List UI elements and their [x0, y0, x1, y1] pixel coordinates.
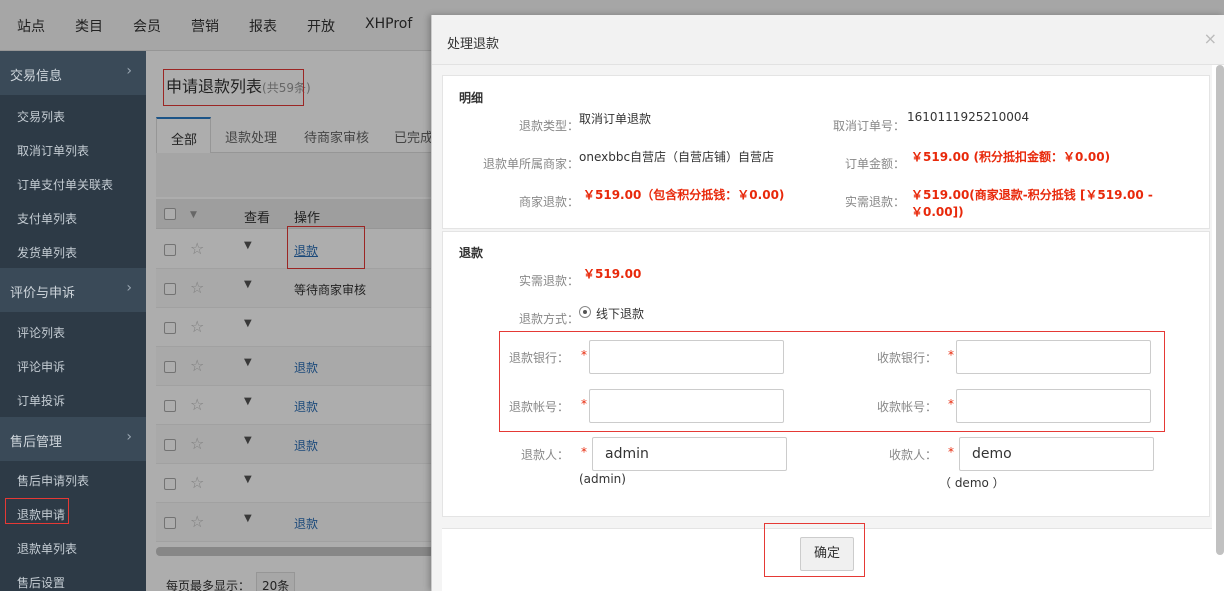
sidebar-item-refund-list[interactable]: 退款单列表	[17, 540, 77, 557]
modal-body: 明细 退款类型： 取消订单退款 取消订单号： 1610111925210004 …	[432, 65, 1212, 591]
merchant-label: 退款单所属商家：	[482, 157, 579, 171]
required-mark: *	[581, 445, 587, 459]
sidebar-group-review[interactable]: 评价与申诉 ›	[0, 268, 146, 312]
sidebar-item-delivery-list[interactable]: 发货单列表	[17, 244, 77, 261]
sidebar-item-aftersale-apply[interactable]: 售后申请列表	[17, 472, 89, 489]
sidebar-item-review-appeal[interactable]: 评论申诉	[17, 358, 65, 375]
sidebar-item-review-list[interactable]: 评论列表	[17, 324, 65, 341]
receiver-note: （ demo ）	[939, 476, 1005, 490]
order-amount-label: 订单金额：	[844, 157, 905, 171]
sidebar-item-order-complaint[interactable]: 订单投诉	[17, 392, 65, 409]
actual-refund-value: ￥519.00	[583, 267, 642, 281]
refunder-label: 退款人：	[520, 448, 569, 462]
modal-title: 处理退款	[447, 37, 500, 52]
highlight-box	[5, 498, 69, 524]
refund-method-label: 退款方式：	[518, 312, 579, 326]
sidebar-item-aftersale-settings[interactable]: 售后设置	[17, 574, 65, 591]
cancel-no-label: 取消订单号：	[832, 119, 905, 133]
receiver-input[interactable]	[959, 437, 1154, 471]
detail-panel: 明细 退款类型： 取消订单退款 取消订单号： 1610111925210004 …	[442, 75, 1210, 229]
highlight-box	[764, 523, 865, 577]
refund-method-radio[interactable]	[579, 306, 591, 318]
cancel-no-value: 1610111925210004	[907, 110, 1030, 124]
merchant-refund-label: 商家退款：	[518, 195, 579, 209]
refund-type-label: 退款类型：	[518, 119, 579, 133]
sidebar-group-label: 交易信息	[10, 69, 63, 84]
actual-refund-label: 实需退款：	[844, 195, 905, 209]
sidebar-group-label: 售后管理	[10, 435, 63, 450]
highlight-box	[499, 331, 1165, 432]
sidebar-item-cancel-orders[interactable]: 取消订单列表	[17, 142, 89, 159]
refund-modal: 处理退款 × 明细 退款类型： 取消订单退款 取消订单号： 1610111925…	[431, 15, 1224, 591]
vertical-scrollbar[interactable]	[1216, 65, 1224, 555]
sidebar-item-order-payment[interactable]: 订单支付单关联表	[17, 176, 113, 193]
refund-type-value: 取消订单退款	[579, 112, 652, 126]
refunder-note: (admin)	[579, 472, 626, 486]
sidebar-item-trade-list[interactable]: 交易列表	[17, 108, 65, 125]
sidebar-group-aftersale[interactable]: 售后管理 ›	[0, 417, 146, 461]
chevron-right-icon: ›	[126, 280, 132, 296]
modal-header: 处理退款 ×	[432, 15, 1224, 65]
section-title: 明细	[459, 91, 484, 105]
receiver-label: 收款人：	[888, 448, 937, 462]
sidebar-group-trade[interactable]: 交易信息 ›	[0, 51, 146, 95]
refunder-input[interactable]	[592, 437, 787, 471]
chevron-right-icon: ›	[126, 429, 132, 445]
chevron-right-icon: ›	[126, 63, 132, 79]
refund-method-value: 线下退款	[596, 307, 645, 321]
actual-refund-label: 实需退款：	[518, 274, 579, 288]
actual-refund-value: ￥519.00(商家退款-积分抵钱 [￥519.00 - ￥0.00])	[911, 188, 1153, 219]
close-icon[interactable]: ×	[1204, 29, 1217, 48]
sidebar-item-payment-list[interactable]: 支付单列表	[17, 210, 77, 227]
merchant-value: onexbbc自营店（自营店铺）自营店	[579, 150, 775, 164]
merchant-refund-value: ￥519.00（包含积分抵钱：￥0.00)	[583, 188, 785, 202]
order-amount-value: ￥519.00 (积分抵扣金额：￥0.00)	[911, 150, 1111, 164]
required-mark: *	[948, 445, 954, 459]
sidebar-group-label: 评价与申诉	[10, 286, 76, 301]
sidebar: 交易信息 › 交易列表 取消订单列表 订单支付单关联表 支付单列表 发货单列表 …	[0, 51, 146, 591]
section-title: 退款	[459, 246, 484, 260]
